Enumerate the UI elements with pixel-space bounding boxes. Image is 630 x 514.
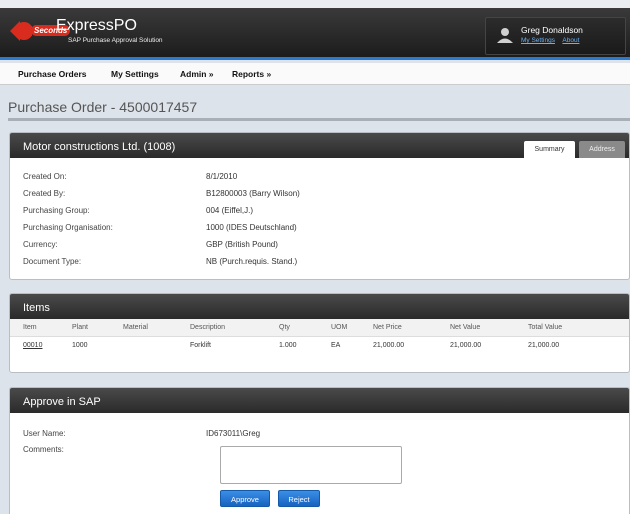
approve-title: Approve in SAP <box>23 396 101 408</box>
title-divider <box>8 118 630 121</box>
field-value: NB (Purch.requis. Stand.) <box>206 257 298 266</box>
main-nav: Purchase Orders My Settings Admin » Repo… <box>0 63 630 85</box>
logo: Seconds <box>10 19 71 43</box>
column-header: Net Price <box>373 319 450 337</box>
field-value: 8/1/2010 <box>206 172 238 181</box>
user-name: Greg Donaldson <box>521 25 583 35</box>
items-panel-header: Items <box>10 294 629 319</box>
user-links: My Settings About <box>521 37 585 44</box>
user-name-value: ID673011\Greg <box>206 429 261 438</box>
table-cell: 1.000 <box>279 342 297 350</box>
field-value: GBP (British Pound) <box>206 240 278 249</box>
table-cell: 21,000.00 <box>528 342 560 350</box>
comments-label: Comments: <box>23 445 64 454</box>
about-link[interactable]: About <box>562 37 579 44</box>
column-header: Description <box>190 319 279 337</box>
tab-address[interactable]: Address <box>579 141 625 158</box>
table-cell: 21,000.00 <box>450 342 482 350</box>
table-cell: EA <box>331 342 341 350</box>
column-header: UOM <box>331 319 373 337</box>
user-avatar-icon <box>497 28 513 43</box>
table-cell: 21,000.00 <box>373 342 405 350</box>
table-cell: 1000 <box>72 342 88 350</box>
vendor-panel: Motor constructions Ltd. (1008) Summary … <box>9 132 630 280</box>
vendor-title: Motor constructions Ltd. (1008) <box>23 141 176 153</box>
my-settings-link[interactable]: My Settings <box>521 37 555 44</box>
user-box: Greg Donaldson My Settings About <box>485 17 626 55</box>
nav-reports[interactable]: Reports » <box>232 69 271 79</box>
column-header: Total Value <box>528 319 629 337</box>
items-title: Items <box>23 302 50 314</box>
field-value: B12800003 (Barry Wilson) <box>206 189 300 198</box>
app-header: Seconds ExpressPO SAP Purchase Approval … <box>0 8 630 60</box>
nav-purchase-orders[interactable]: Purchase Orders <box>18 69 87 79</box>
field-value: 004 (Eiffel,J.) <box>206 206 253 215</box>
top-strip <box>0 0 630 8</box>
item-link[interactable]: 00010 <box>23 342 42 349</box>
approve-button[interactable]: Approve <box>220 490 270 507</box>
app-subtitle: SAP Purchase Approval Solution <box>68 37 163 44</box>
column-header: Net Value <box>450 319 528 337</box>
comments-textarea[interactable] <box>220 446 402 484</box>
field-label: Created On: <box>23 172 67 181</box>
column-header: Material <box>123 319 190 337</box>
approve-panel: Approve in SAP User Name: ID673011\Greg … <box>9 387 630 514</box>
field-label: Purchasing Organisation: <box>23 223 113 232</box>
column-header: Plant <box>72 319 123 337</box>
nav-my-settings[interactable]: My Settings <box>111 69 159 79</box>
field-value: 1000 (IDES Deutschland) <box>206 223 297 232</box>
vendor-panel-header: Motor constructions Ltd. (1008) Summary … <box>10 133 629 158</box>
nav-admin[interactable]: Admin » <box>180 69 214 79</box>
column-header: Item <box>10 319 72 337</box>
tab-summary[interactable]: Summary <box>524 141 575 158</box>
items-table: Item Plant Material Description Qty UOM … <box>10 319 629 355</box>
table-cell: Forklift <box>190 342 211 350</box>
app-title: ExpressPO <box>56 17 137 34</box>
field-label: Currency: <box>23 240 58 249</box>
table-header-row: Item Plant Material Description Qty UOM … <box>10 319 629 337</box>
column-header: Qty <box>279 319 331 337</box>
items-panel: Items Item Plant Material Description Qt… <box>9 293 630 373</box>
approve-panel-header: Approve in SAP <box>10 388 629 413</box>
field-label: Created By: <box>23 189 66 198</box>
user-name-label: User Name: <box>23 429 66 438</box>
field-label: Purchasing Group: <box>23 206 90 215</box>
reject-button[interactable]: Reject <box>278 490 320 507</box>
page-title: Purchase Order - 4500017457 <box>8 99 198 115</box>
table-row: 00010 1000 Forklift 1.000 EA 21,000.00 2… <box>10 336 629 355</box>
table-cell <box>123 336 190 355</box>
field-label: Document Type: <box>23 257 82 266</box>
